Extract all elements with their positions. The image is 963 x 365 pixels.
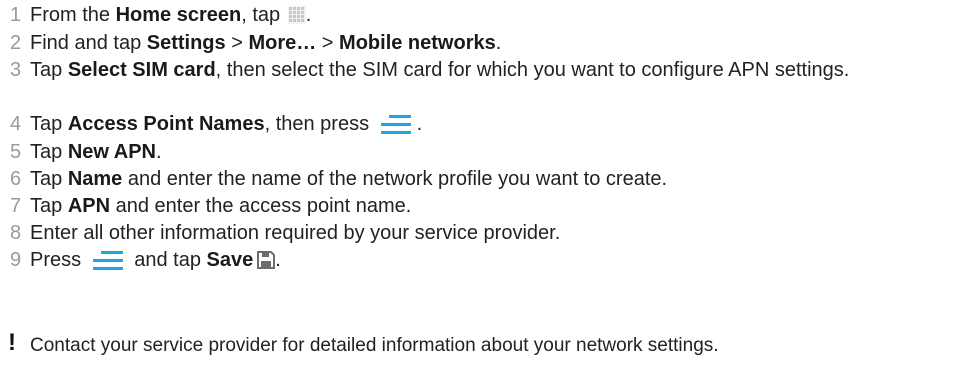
step-text: Tap Name and enter the name of the netwo… <box>30 168 668 190</box>
step-number: 9 <box>10 249 22 271</box>
step-text: Tap APN and enter the access point name. <box>30 195 412 217</box>
step-number: 2 <box>10 32 22 54</box>
step-number: 6 <box>10 168 22 190</box>
ui-term-settings: Settings <box>146 32 226 54</box>
ui-term-name: Name <box>67 168 123 190</box>
step-number: 5 <box>10 141 22 163</box>
step-number: 3 <box>10 59 22 81</box>
step-number: 7 <box>10 195 22 217</box>
ui-term-new-apn: New APN <box>67 141 156 163</box>
step-text: Press and tap Save . <box>30 249 281 271</box>
step-number: 4 <box>10 113 22 135</box>
ui-term-more: More… <box>248 32 317 54</box>
step-text: From the Home screen, tap . <box>30 4 312 26</box>
ui-term-select-sim-card: Select SIM card <box>67 59 216 81</box>
ui-term-home-screen: Home screen <box>115 4 242 26</box>
note-text: Contact your service provider for detail… <box>30 335 719 356</box>
save-icon <box>257 251 276 269</box>
ui-term-save: Save <box>206 249 254 271</box>
step-number: 8 <box>10 222 22 244</box>
step-text: Tap New APN. <box>30 141 162 163</box>
menu-icon <box>92 251 123 270</box>
step-text: Tap Select SIM card, then select the SIM… <box>30 59 850 81</box>
step-text: Find and tap Settings > More… > Mobile n… <box>30 32 502 54</box>
ui-term-apn: APN <box>67 195 111 217</box>
step-text: Enter all other information required by … <box>30 222 561 244</box>
apps-grid-icon <box>287 6 306 24</box>
ui-term-access-point-names: Access Point Names <box>67 113 265 135</box>
step-number: 1 <box>10 4 22 26</box>
exclamation-icon: ! <box>8 329 16 356</box>
menu-icon <box>380 115 411 134</box>
ui-term-mobile-networks: Mobile networks <box>339 32 496 54</box>
step-text: Tap Access Point Names, then press . <box>30 113 423 135</box>
